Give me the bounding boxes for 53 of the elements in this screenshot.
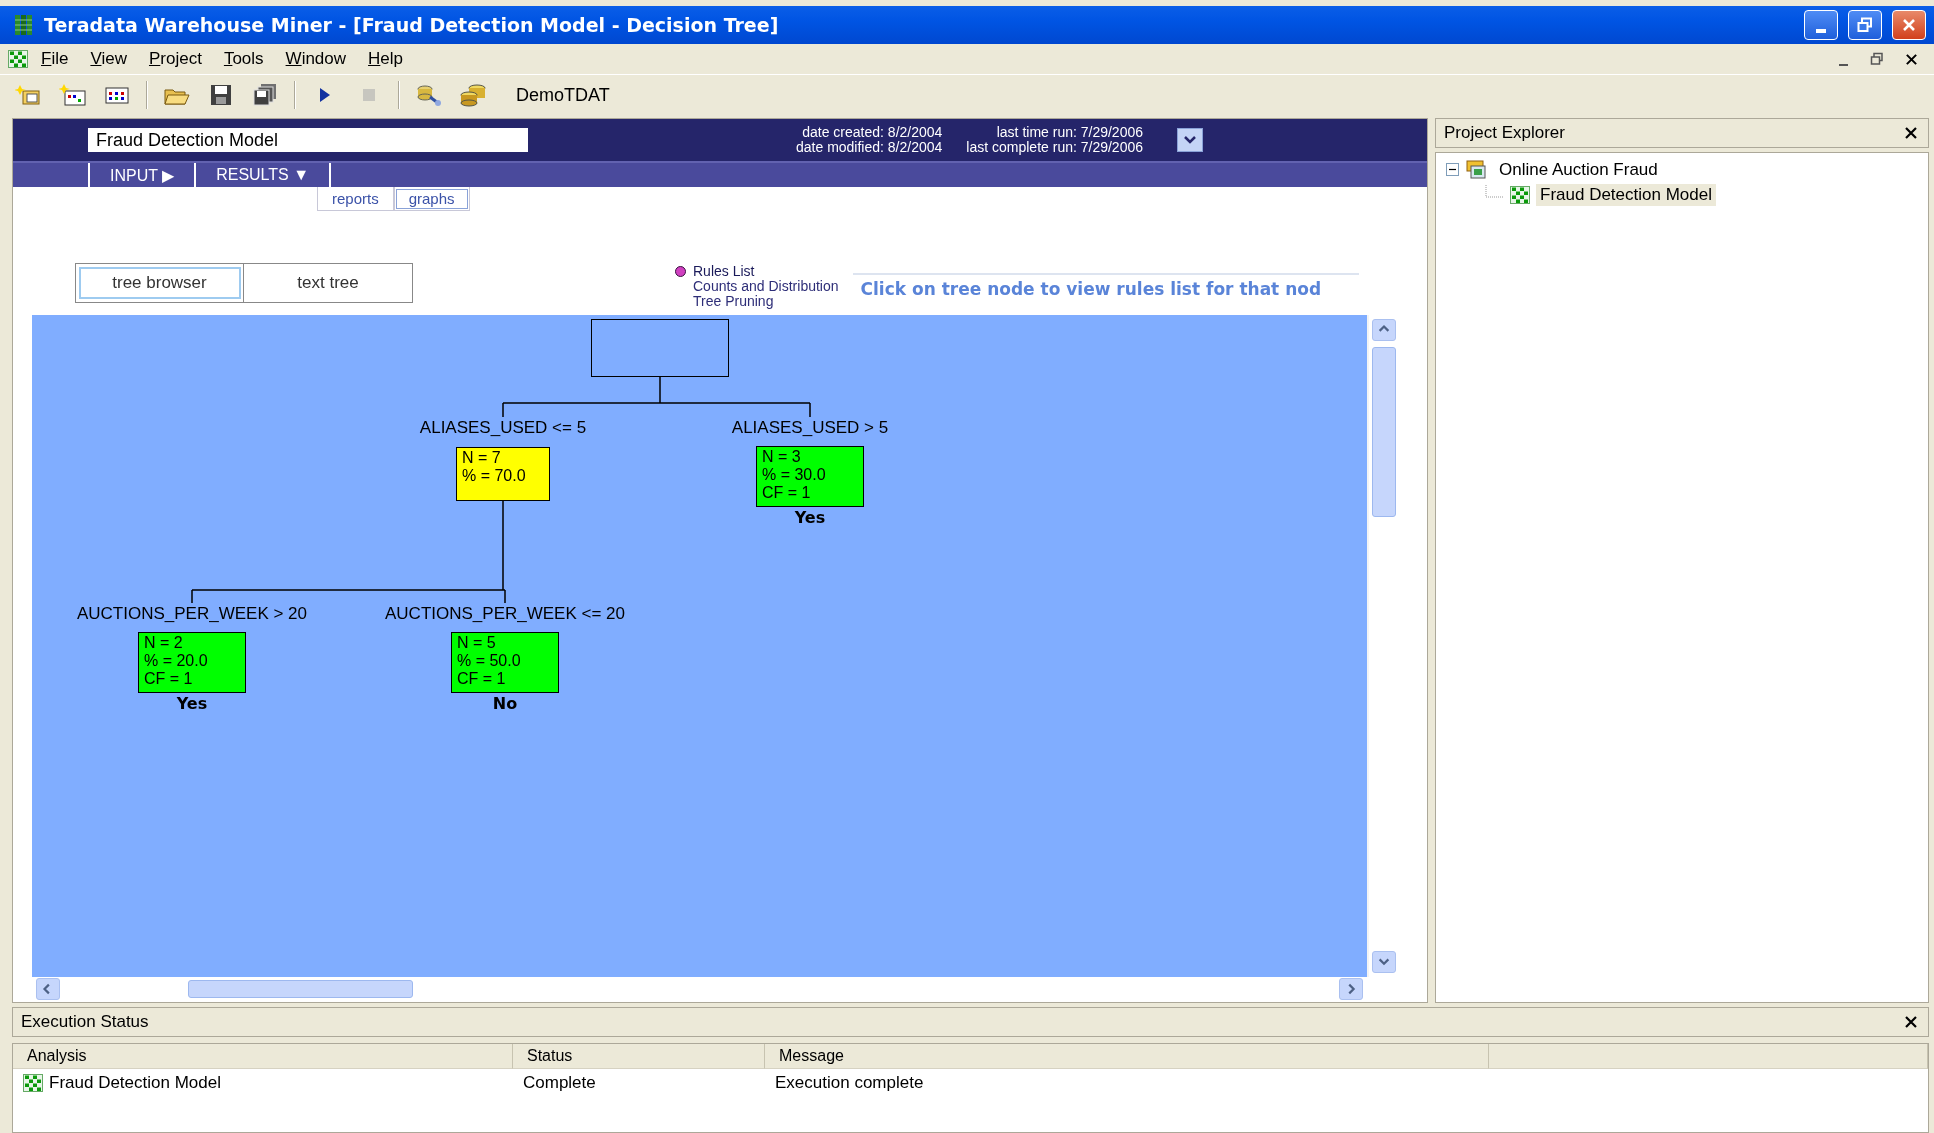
node-stat: % = 30.0 <box>762 466 827 484</box>
node-stat: % = 20.0 <box>144 652 209 670</box>
tree-node[interactable]: N = 5 % = 50.0 CF = 1 <box>451 632 559 693</box>
nav-tab[interactable]: INPUT ▶ <box>88 163 195 187</box>
column-header[interactable]: Status <box>513 1044 765 1069</box>
menu-item[interactable]: Tools <box>214 47 273 71</box>
sub-tab[interactable]: graphs <box>393 187 470 211</box>
sub-tab[interactable]: reports <box>317 187 394 211</box>
node-outcome: Yes <box>794 509 826 527</box>
column-header[interactable]: Analysis <box>13 1044 513 1069</box>
table-cell: Fraud Detection Model <box>49 1073 221 1093</box>
tree-item[interactable]: Fraud Detection Model <box>1536 183 1716 206</box>
run-date-text: last time run: 7/29/2006 <box>996 125 1143 140</box>
split-condition: AUCTIONS_PER_WEEK > 20 <box>76 605 308 623</box>
menu-item[interactable]: Window <box>276 47 356 71</box>
window-title: Teradata Warehouse Miner - [Fraud Detection Model - Decision Tree] <box>44 14 780 36</box>
tree-node[interactable]: N = 2 % = 20.0 CF = 1 <box>138 632 246 693</box>
node-outcome: Yes <box>176 695 208 713</box>
menu-item[interactable]: File <box>32 47 78 71</box>
split-condition: AUCTIONS_PER_WEEK <= 20 <box>385 605 625 623</box>
tree-node[interactable]: N = 3 % = 30.0 CF = 1 <box>756 446 864 507</box>
tree-node[interactable]: N = 7 % = 70.0 <box>456 447 550 501</box>
connection-name: DemoTDAT <box>516 84 610 106</box>
split-condition: ALIASES_USED > 5 <box>731 419 889 437</box>
view-option-link[interactable]: Rules List <box>675 264 839 279</box>
node-stat: % = 70.0 <box>462 467 527 485</box>
column-header[interactable]: Message <box>765 1044 1489 1069</box>
date-text: date created: 8/2/2004 <box>802 125 943 140</box>
node-stat: CF = 1 <box>762 484 812 502</box>
node-stat: N = 7 <box>462 449 502 467</box>
node-outcome: No <box>492 695 518 713</box>
menu-item[interactable]: Project <box>139 47 211 71</box>
hint-text: Click on tree node to view rules list for that nod <box>852 273 1359 299</box>
view-option-link[interactable]: Tree Pruning <box>675 294 839 309</box>
table-cell: Complete <box>523 1073 596 1093</box>
node-stat: CF = 1 <box>144 670 194 688</box>
table-cell: Execution complete <box>775 1073 924 1093</box>
date-text: date modified: 8/2/2004 <box>796 140 943 155</box>
panel-title: Execution Status <box>21 1012 149 1032</box>
node-stat: % = 50.0 <box>457 652 522 670</box>
node-stat: N = 2 <box>144 634 184 652</box>
run-date-text: last complete run: 7/29/2006 <box>966 140 1143 155</box>
view-tab[interactable]: tree browser <box>76 264 244 302</box>
node-stat: CF = 1 <box>457 670 507 688</box>
menu-item[interactable]: Help <box>359 47 412 71</box>
node-stat: N = 5 <box>457 634 497 652</box>
view-option-link[interactable]: Counts and Distribution <box>675 279 839 294</box>
split-condition: ALIASES_USED <= 5 <box>419 419 587 437</box>
node-stat: N = 3 <box>762 448 802 466</box>
tree-item[interactable]: Online Auction Fraud <box>1495 158 1662 181</box>
model-name-field[interactable]: Fraud Detection Model <box>88 128 528 152</box>
menu-item[interactable]: View <box>81 47 136 71</box>
panel-title: Project Explorer <box>1444 123 1565 143</box>
